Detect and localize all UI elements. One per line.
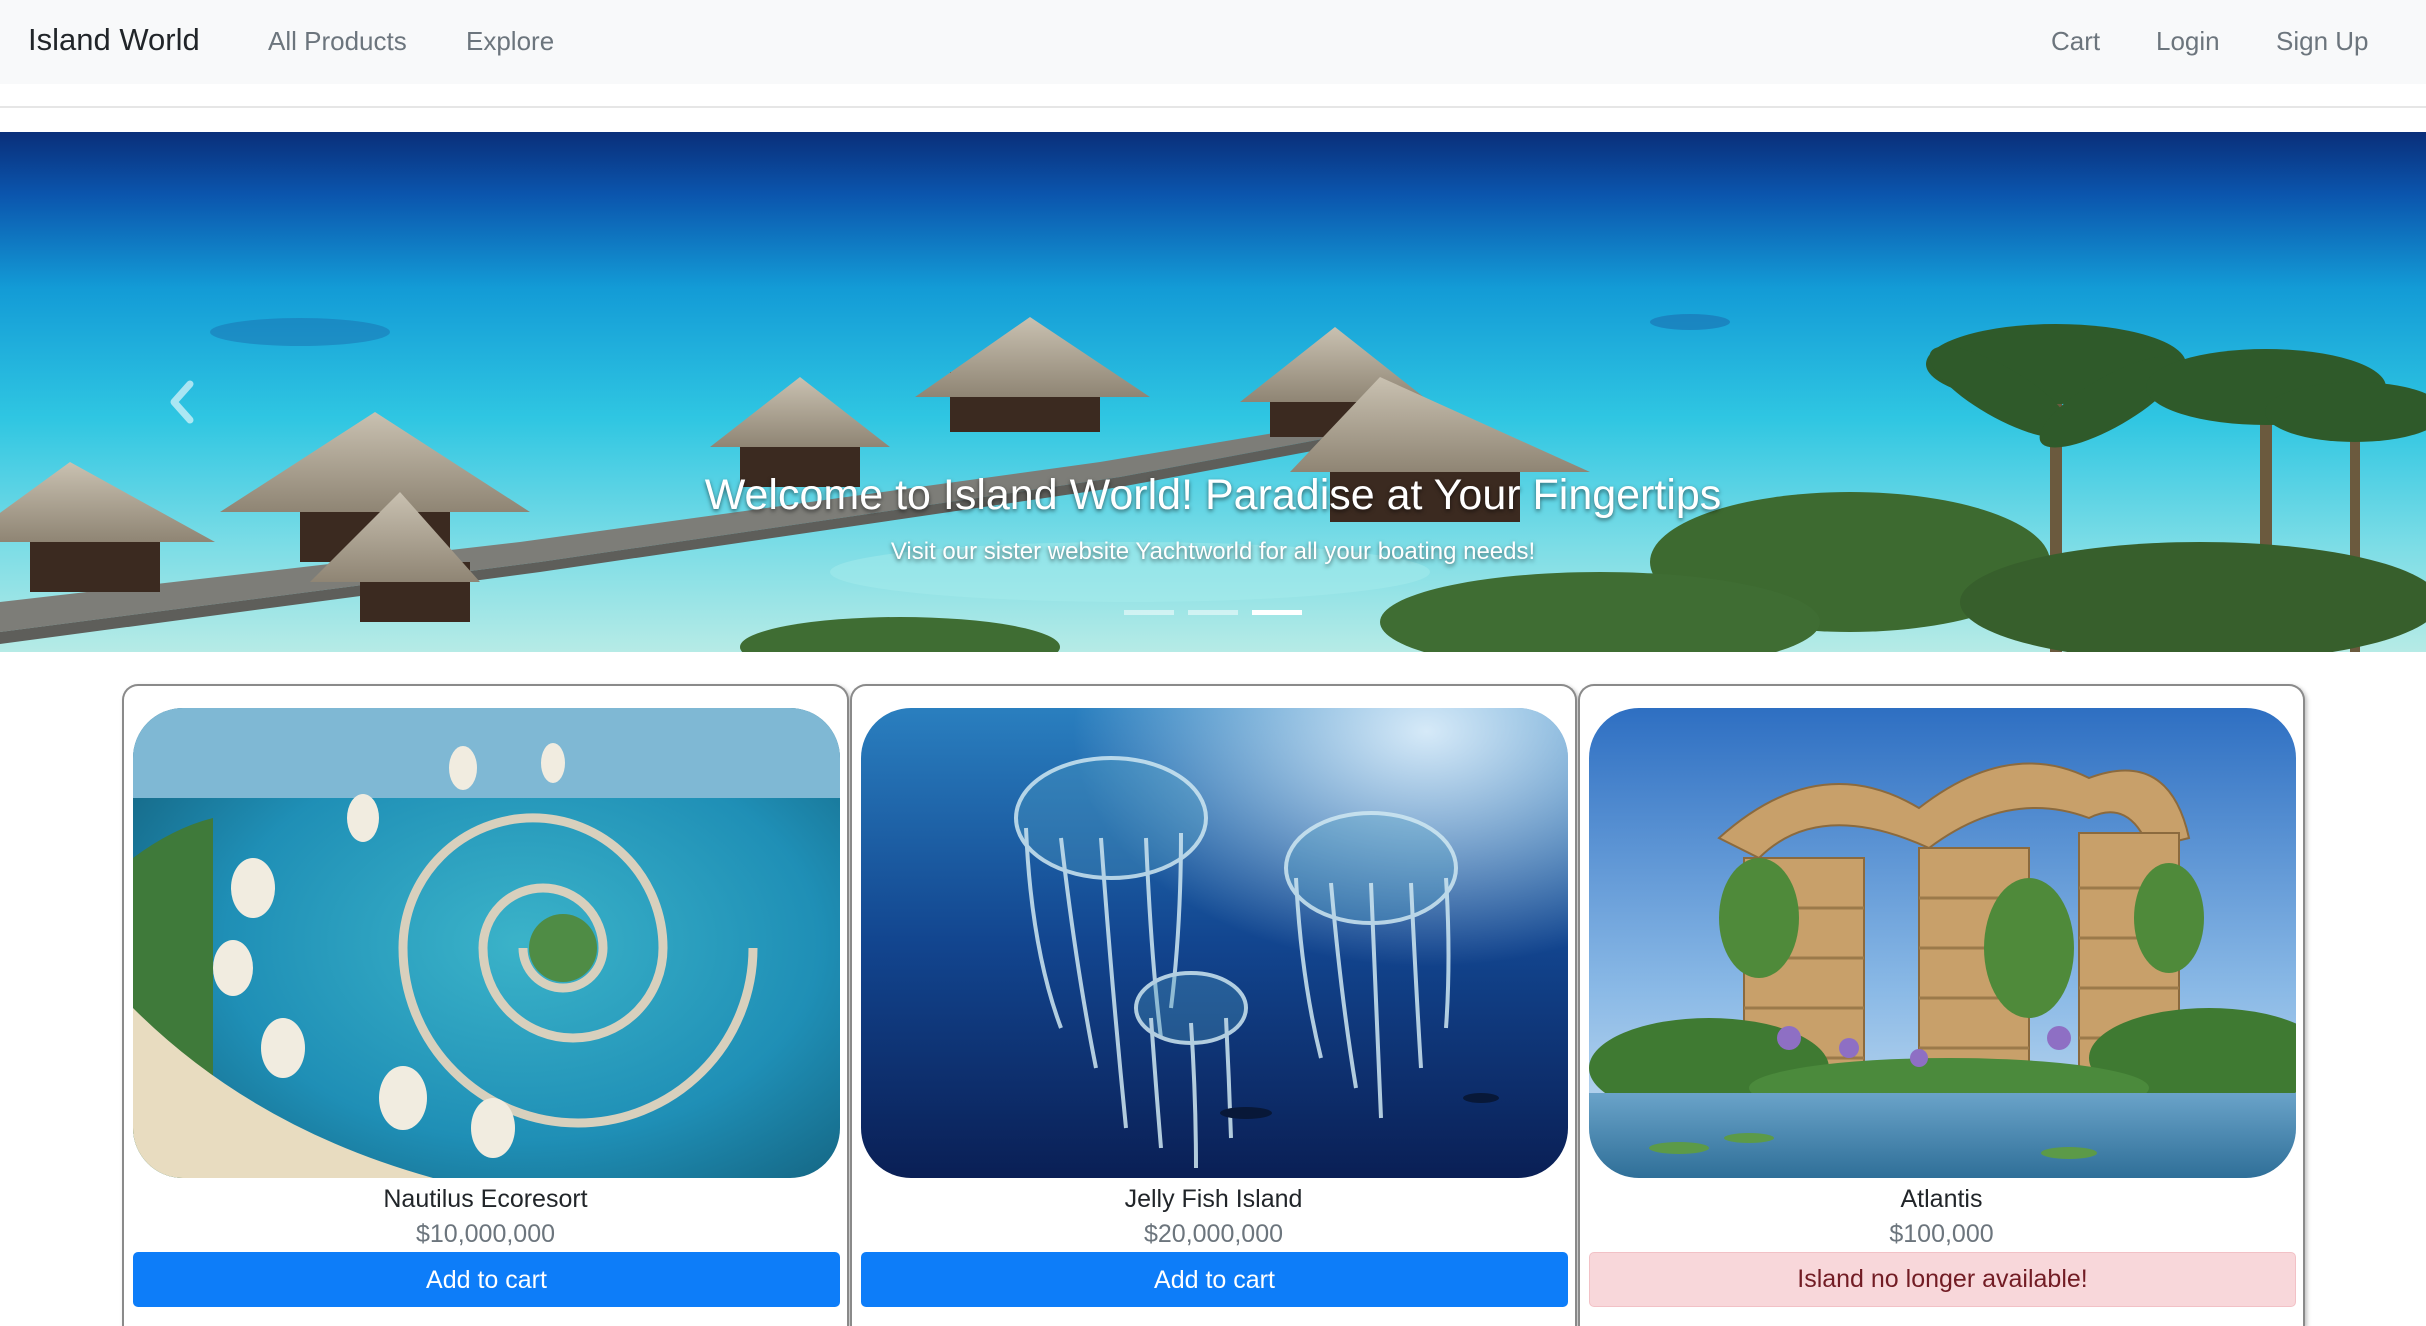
nav-explore[interactable]: Explore	[466, 24, 554, 58]
carousel-prev-icon[interactable]	[160, 372, 204, 432]
product-image	[1589, 708, 2296, 1178]
carousel-indicator-2[interactable]	[1188, 610, 1238, 615]
nav-login[interactable]: Login	[2156, 24, 2220, 58]
product-card: Nautilus Ecoresort $10,000,000 Add to ca…	[122, 684, 849, 1326]
product-price: $10,000,000	[415, 1220, 556, 1248]
add-to-cart-button[interactable]: Add to cart	[861, 1252, 1568, 1307]
product-name: Jelly Fish Island	[1124, 1185, 1303, 1213]
product-price: $20,000,000	[1143, 1220, 1284, 1248]
nav-cart[interactable]: Cart	[2051, 24, 2100, 58]
product-card: Jelly Fish Island $20,000,000 Add to car…	[850, 684, 1577, 1326]
nav-all-products[interactable]: All Products	[268, 24, 407, 58]
unavailable-alert: Island no longer available!	[1589, 1252, 2296, 1307]
product-image	[861, 708, 1568, 1178]
hero-carousel: Welcome to Island World! Paradise at You…	[0, 132, 2426, 652]
product-price: $100,000	[1889, 1220, 1994, 1248]
carousel-indicators	[1124, 610, 1302, 615]
brand-link[interactable]: Island World	[28, 20, 200, 60]
add-to-cart-button[interactable]: Add to cart	[133, 1252, 840, 1307]
navbar: Island World All Products Explore Cart L…	[0, 0, 2426, 84]
nav-sign-up[interactable]: Sign Up	[2276, 24, 2369, 58]
product-image	[133, 708, 840, 1178]
carousel-slide-image	[0, 132, 2426, 652]
carousel-indicator-3[interactable]	[1252, 610, 1302, 615]
carousel-title: Welcome to Island World! Paradise at You…	[704, 471, 1722, 519]
product-name: Atlantis	[1900, 1185, 1983, 1213]
product-name: Nautilus Ecoresort	[383, 1185, 588, 1213]
carousel-indicator-1[interactable]	[1124, 610, 1174, 615]
carousel-subtitle: Visit our sister website Yachtworld for …	[890, 538, 1536, 565]
product-card: Atlantis $100,000 Island no longer avail…	[1578, 684, 2305, 1326]
header-divider	[0, 106, 2426, 108]
